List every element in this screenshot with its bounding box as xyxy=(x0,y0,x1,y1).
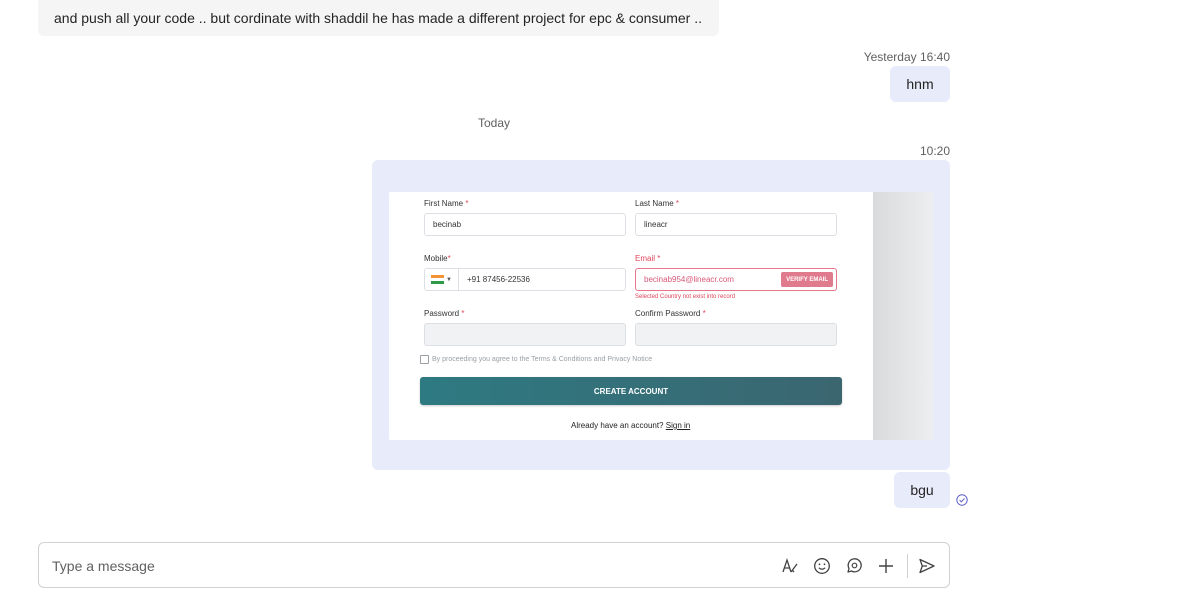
email-error-text: Selected Country not exist into record xyxy=(635,294,736,300)
loop-icon[interactable] xyxy=(844,556,864,576)
mobile-field: ▼ +91 87456-22536 xyxy=(424,268,626,291)
confirm-password-label: Confirm Password * xyxy=(635,309,706,318)
format-icon[interactable] xyxy=(780,556,800,576)
chat-pane: and push all your code .. but cordinate … xyxy=(0,0,1183,593)
outgoing-message-hnm: hnm xyxy=(890,66,950,102)
send-icon[interactable] xyxy=(917,556,937,576)
outgoing-message-text: hnm xyxy=(906,76,934,92)
email-field: becinab954@lineacr.com VERIFY EMAIL xyxy=(635,268,837,291)
seen-check-icon xyxy=(956,494,968,506)
first-name-field: becinab xyxy=(424,213,626,236)
country-flag-icon: ▼ xyxy=(425,269,459,290)
sign-in-prompt: Already have an account? Sign in xyxy=(571,421,691,430)
create-account-button: CREATE ACCOUNT xyxy=(420,377,842,405)
mobile-label: Mobile* xyxy=(424,254,451,263)
sign-in-link: Sign in xyxy=(665,421,691,430)
verify-email-button: VERIFY EMAIL xyxy=(781,272,833,287)
incoming-message: and push all your code .. but cordinate … xyxy=(38,0,719,36)
signup-form-screenshot[interactable]: First Name * becinab Last Name * lineacr… xyxy=(389,192,933,440)
terms-text: By proceeding you agree to the Terms & C… xyxy=(432,356,653,363)
message-timestamp: Yesterday 16:40 xyxy=(863,50,950,64)
emoji-icon[interactable] xyxy=(812,556,832,576)
incoming-message-text: and push all your code .. but cordinate … xyxy=(54,10,703,26)
last-name-field: lineacr xyxy=(635,213,837,236)
first-name-label: First Name * xyxy=(424,199,469,208)
terms-row: By proceeding you agree to the Terms & C… xyxy=(420,355,652,364)
message-timestamp: 10:20 xyxy=(919,144,950,158)
outgoing-message-text: bgu xyxy=(910,482,934,498)
outgoing-message-bgu: bgu xyxy=(894,472,950,508)
confirm-password-field xyxy=(635,323,837,346)
screenshot-side-panel xyxy=(873,192,933,440)
password-field xyxy=(424,323,626,346)
last-name-label: Last Name * xyxy=(635,199,680,208)
password-label: Password * xyxy=(424,309,465,318)
day-divider: Today xyxy=(478,116,511,130)
message-input[interactable] xyxy=(52,556,652,576)
composer-divider xyxy=(907,554,908,578)
terms-checkbox xyxy=(420,355,429,364)
image-message[interactable]: First Name * becinab Last Name * lineacr… xyxy=(372,160,950,470)
email-label: Email * xyxy=(635,254,661,263)
message-composer xyxy=(38,542,950,588)
plus-icon[interactable] xyxy=(876,556,896,576)
